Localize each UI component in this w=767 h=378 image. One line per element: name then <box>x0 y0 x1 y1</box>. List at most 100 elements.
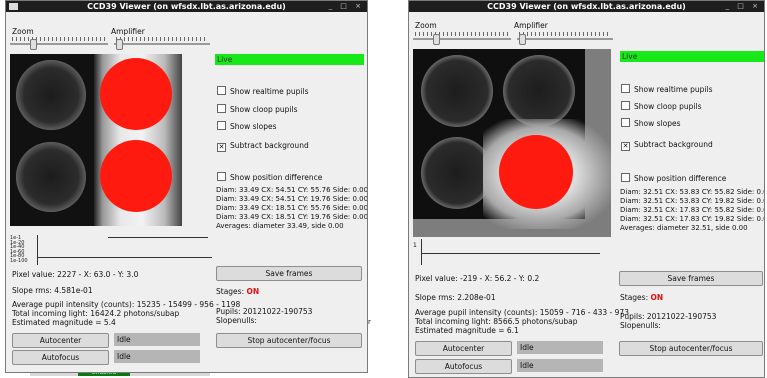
checkbox-label: Show position difference <box>634 174 727 183</box>
checkbox-box[interactable] <box>621 118 630 127</box>
estimated-magnitude: Estimated magnitude = 6.1 <box>415 326 519 335</box>
amplifier-slider[interactable] <box>114 37 210 50</box>
amplifier-label: Amplifier <box>111 27 145 36</box>
zoom-slider-ticks <box>12 37 106 41</box>
autocenter-button[interactable]: Autocenter <box>12 333 109 348</box>
checkbox-box[interactable] <box>621 173 630 182</box>
checkbox-label: Show realtime pupils <box>230 87 309 96</box>
pupil-bottom-left <box>16 142 86 212</box>
zoom-slider-track <box>10 43 108 45</box>
ccd-frame-image[interactable] <box>413 49 611 237</box>
autofocus-button[interactable]: Autofocus <box>12 350 109 365</box>
diameter-readout: Diam: 33.49 CX: 54.51 CY: 55.76 Side: 0.… <box>216 186 368 231</box>
pupils-info: Pupils: 20121022-190753 Slopenulls: <box>620 312 716 330</box>
pupils-info: Pupils: 20121022-190753 Slopenulls: <box>216 307 312 325</box>
amplifier-slider-ticks <box>116 37 208 41</box>
zoom-label: Zoom <box>415 21 437 30</box>
save-frames-button[interactable]: Save frames <box>216 266 362 281</box>
amplifier-slider-thumb[interactable] <box>519 34 526 45</box>
stages-status: Stages: ON <box>216 287 259 296</box>
zoom-slider[interactable] <box>10 37 108 50</box>
show-cloop-pupils-checkbox[interactable]: Show cloop pupils <box>621 101 702 111</box>
total-incoming-light: Total incoming light: 16424.2 photons/su… <box>12 309 180 318</box>
stages-on-value: ON <box>246 287 260 296</box>
stop-autocenter-button[interactable]: Stop autocenter/focus <box>216 333 362 348</box>
checkbox-box[interactable] <box>217 104 226 113</box>
checkbox-label: Show cloop pupils <box>230 105 298 114</box>
pupil-bottom-right-saturated <box>100 140 172 212</box>
intensity-readout: Average pupil intensity (counts): 15059 … <box>415 308 629 335</box>
checkbox-label: Show slopes <box>230 122 277 131</box>
amplifier-slider-track <box>517 38 613 40</box>
pixel-value: Pixel value: 2227 - X: 63.0 - Y: 3.0 <box>12 270 139 279</box>
zoom-label: Zoom <box>12 27 34 36</box>
subtract-background-checkbox[interactable]: ✕ Subtract background <box>621 140 713 151</box>
stop-autocenter-button[interactable]: Stop autocenter/focus <box>619 341 763 356</box>
checkbox-label: Show position difference <box>230 173 323 182</box>
total-incoming-light: Total incoming light: 8566.5 photons/sub… <box>415 317 578 326</box>
zoom-slider[interactable] <box>413 32 511 45</box>
autofocus-status: Idle <box>114 350 200 363</box>
diam-line: Diam: 33.49 CX: 54.51 CY: 19.76 Side: 0.… <box>216 195 368 203</box>
pupil-top-right <box>503 55 575 127</box>
show-slopes-checkbox[interactable]: Show slopes <box>217 121 276 131</box>
checkbox-box[interactable] <box>217 121 226 130</box>
amplifier-slider-ticks <box>519 32 611 36</box>
autofocus-status: Idle <box>517 359 603 372</box>
show-position-difference-checkbox[interactable]: Show position difference <box>621 173 726 183</box>
diam-line: Diam: 32.51 CX: 53.83 CY: 19.82 Side: 0.… <box>620 197 765 205</box>
plot-tick-label: 1e-100 <box>10 257 28 264</box>
window-controls[interactable]: _ □ × <box>329 1 364 12</box>
show-position-difference-checkbox[interactable]: Show position difference <box>217 172 322 182</box>
autocenter-button[interactable]: Autocenter <box>415 341 512 356</box>
checkbox-box[interactable] <box>217 172 226 181</box>
amplifier-slider-thumb[interactable] <box>116 39 123 50</box>
window-controls[interactable]: _ □ × <box>726 1 761 12</box>
slope-rms: Slope rms: 2.208e-01 <box>415 293 496 302</box>
diam-line: Diam: 33.49 CX: 18.51 CY: 19.76 Side: 0.… <box>216 213 368 221</box>
intensity-readout: Average pupil intensity (counts): 15235 … <box>12 300 240 327</box>
diam-line: Diam: 32.51 CX: 17.83 CY: 55.82 Side: 0.… <box>620 206 765 214</box>
checkbox-label: Show cloop pupils <box>634 102 702 111</box>
pupils-value: Pupils: 20121022-190753 <box>620 312 717 321</box>
window-title: CCD39 Viewer (on wfsdx.lbt.as.arizona.ed… <box>487 2 686 11</box>
zoom-slider-thumb[interactable] <box>30 39 37 50</box>
diam-line: Diam: 33.49 CX: 54.51 CY: 55.76 Side: 0.… <box>216 186 368 194</box>
ccd-frame-image[interactable] <box>10 54 182 226</box>
pixel-value: Pixel value: -219 - X: 56.2 - Y: 0.2 <box>415 274 540 283</box>
pupil-top-left <box>16 60 86 130</box>
diameter-readout: Diam: 32.51 CX: 53.83 CY: 55.82 Side: 0.… <box>620 188 765 233</box>
show-realtime-pupils-checkbox[interactable]: Show realtime pupils <box>621 84 713 94</box>
pupil-bottom-right-saturated <box>499 135 573 209</box>
autofocus-button[interactable]: Autofocus <box>415 359 512 374</box>
checkbox-box[interactable] <box>621 101 630 110</box>
diam-line: Diam: 32.51 CX: 53.83 CY: 55.82 Side: 0.… <box>620 188 765 196</box>
ccd39-viewer-window: CCD39 Viewer (on wfsdx.lbt.as.arizona.ed… <box>5 0 368 373</box>
checkbox-box[interactable] <box>217 86 226 95</box>
amplifier-slider-track <box>114 43 210 45</box>
checkbox-checked-icon[interactable]: ✕ <box>217 143 226 152</box>
plot-line <box>422 253 600 254</box>
slopenulls-value: Slopenulls: <box>216 316 257 325</box>
show-slopes-checkbox[interactable]: Show slopes <box>621 118 680 128</box>
stages-label: Stages: <box>216 287 245 296</box>
save-frames-button[interactable]: Save frames <box>619 271 763 286</box>
show-cloop-pupils-checkbox[interactable]: Show cloop pupils <box>217 104 298 114</box>
pupil-top-right-saturated <box>100 58 172 130</box>
zoom-slider-thumb[interactable] <box>433 34 440 45</box>
slope-plot-axis-labels: 1e-1 1e-20 1e-40 1e-60 1e-80 1e-100 <box>10 236 28 264</box>
show-realtime-pupils-checkbox[interactable]: Show realtime pupils <box>217 86 309 96</box>
title-bar: CCD39 Viewer (on wfsdx.lbt.as.arizona.ed… <box>409 1 764 12</box>
checkbox-label: Subtract background <box>634 140 713 149</box>
window-title: CCD39 Viewer (on wfsdx.lbt.as.arizona.ed… <box>87 2 286 11</box>
slopenulls-value: Slopenulls: <box>620 321 661 330</box>
slope-rms: Slope rms: 4.581e-01 <box>12 286 93 295</box>
checkbox-checked-icon[interactable]: ✕ <box>621 142 630 151</box>
zoom-slider-track <box>413 38 511 40</box>
amplifier-slider[interactable] <box>517 32 613 45</box>
checkbox-label: Show realtime pupils <box>634 85 713 94</box>
diam-line: Diam: 32.51 CX: 17.83 CY: 19.82 Side: 0.… <box>620 215 765 223</box>
ccd39-viewer-window-2: CCD39 Viewer (on wfsdx.lbt.as.arizona.ed… <box>408 0 765 378</box>
checkbox-box[interactable] <box>621 84 630 93</box>
subtract-background-checkbox[interactable]: ✕ Subtract background <box>217 141 309 152</box>
